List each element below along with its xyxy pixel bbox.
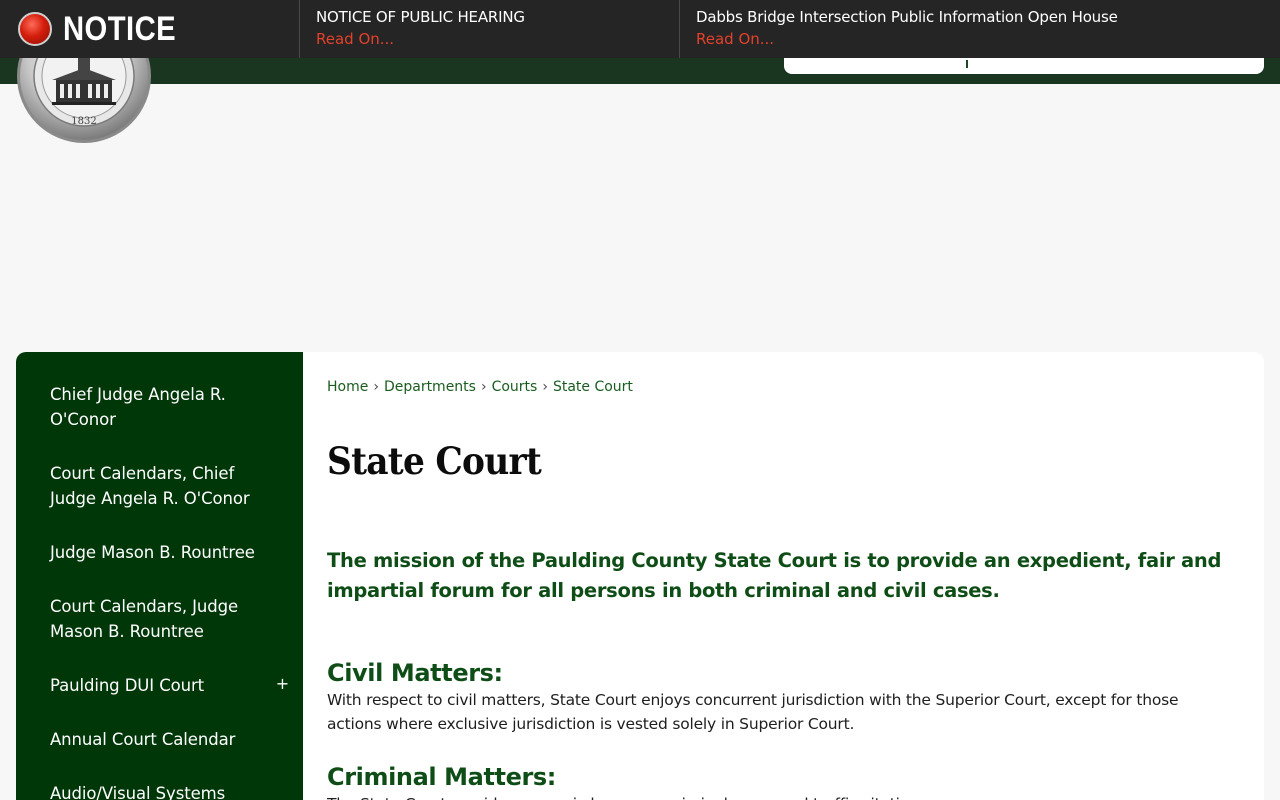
sidebar-item-rountree-calendars[interactable]: Court Calendars, Judge Mason B. Rountree bbox=[16, 594, 303, 644]
notice-item-open-house[interactable]: Dabbs Bridge Intersection Public Informa… bbox=[680, 0, 1280, 58]
sidebar-item-dui-court[interactable]: Paulding DUI Court + bbox=[16, 673, 303, 698]
sidebar-nav: Chief Judge Angela R. O'Conor Court Cale… bbox=[16, 352, 303, 800]
notice-label: NOTICE bbox=[0, 0, 300, 58]
sidebar-item-chief-judge[interactable]: Chief Judge Angela R. O'Conor bbox=[16, 382, 303, 432]
sidebar-item-label: Court Calendars, Judge Mason B. Rountree bbox=[50, 597, 239, 641]
criminal-matters-heading: Criminal Matters: bbox=[327, 763, 556, 791]
search-input[interactable] bbox=[784, 58, 1264, 74]
sidebar-item-audio-visual[interactable]: Audio/Visual Systems bbox=[16, 781, 303, 800]
criminal-matters-text: The State Court presides over misdemeano… bbox=[327, 792, 1237, 800]
notice-item-title[interactable]: Dabbs Bridge Intersection Public Informa… bbox=[696, 6, 1280, 28]
sidebar-item-label: Annual Court Calendar bbox=[50, 730, 236, 749]
breadcrumb-separator: › bbox=[480, 379, 487, 395]
seal-year: 1832 bbox=[71, 116, 96, 127]
notice-heading: NOTICE bbox=[63, 9, 177, 48]
expand-plus-icon[interactable]: + bbox=[276, 671, 289, 696]
breadcrumb-state-court[interactable]: State Court bbox=[553, 376, 633, 398]
sidebar-item-annual-calendar[interactable]: Annual Court Calendar bbox=[16, 727, 303, 752]
sidebar-item-label: Court Calendars, Chief Judge Angela R. O… bbox=[50, 464, 250, 508]
county-seal-logo[interactable]: 1832 bbox=[16, 44, 152, 144]
notice-item-public-hearing[interactable]: NOTICE OF PUBLIC HEARING Read On... bbox=[300, 0, 680, 58]
notice-bar: NOTICE NOTICE OF PUBLIC HEARING Read On.… bbox=[0, 0, 1280, 58]
breadcrumb-separator: › bbox=[542, 379, 548, 395]
breadcrumb-courts[interactable]: Courts bbox=[492, 376, 538, 398]
breadcrumb: Home › Departments › Courts › State Cour… bbox=[327, 376, 1240, 398]
read-on-link[interactable]: Read On... bbox=[316, 28, 394, 50]
sidebar-item-chief-judge-calendars[interactable]: Court Calendars, Chief Judge Angela R. O… bbox=[16, 461, 303, 511]
read-on-link[interactable]: Read On... bbox=[696, 28, 774, 50]
sidebar-item-label: Paulding DUI Court bbox=[50, 676, 205, 695]
sidebar-item-label: Chief Judge Angela R. O'Conor bbox=[50, 385, 226, 429]
civil-matters-text: With respect to civil matters, State Cou… bbox=[327, 691, 1179, 733]
sidebar-item-label: Audio/Visual Systems bbox=[50, 784, 226, 800]
civil-matters-heading: Civil Matters: bbox=[327, 659, 503, 687]
sidebar-item-judge-rountree[interactable]: Judge Mason B. Rountree bbox=[16, 540, 303, 565]
main-content: Home › Departments › Courts › State Cour… bbox=[303, 352, 1264, 800]
mission-statement: The mission of the Paulding County State… bbox=[327, 549, 1222, 602]
notice-item-title[interactable]: NOTICE OF PUBLIC HEARING bbox=[316, 6, 679, 28]
page-title: State Court bbox=[327, 439, 542, 483]
breadcrumb-separator: › bbox=[373, 379, 379, 395]
breadcrumb-departments[interactable]: Departments bbox=[384, 376, 476, 398]
search-caret bbox=[966, 60, 968, 68]
alert-dot-icon bbox=[18, 12, 52, 46]
breadcrumb-home[interactable]: Home bbox=[327, 376, 368, 398]
sidebar-item-label: Judge Mason B. Rountree bbox=[50, 543, 255, 562]
